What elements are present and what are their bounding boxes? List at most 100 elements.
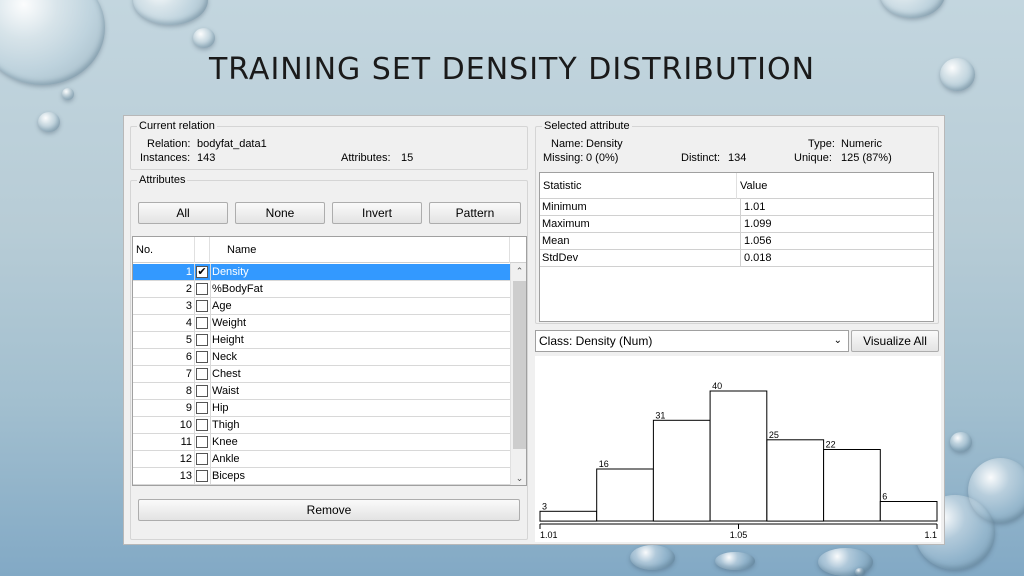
attr-unique-label: Unique:	[794, 152, 832, 164]
column-header-no[interactable]: No.	[133, 237, 195, 263]
table-row[interactable]: 14 Forearm	[133, 485, 510, 486]
stat-row[interactable]: Maximum 1.099	[540, 216, 933, 233]
histogram-bar	[709, 390, 768, 522]
row-number: 13	[133, 468, 195, 484]
row-attribute-name: Ankle	[210, 451, 240, 467]
bubble-decoration	[38, 112, 60, 132]
row-checkbox[interactable]	[196, 334, 208, 346]
attributes-table-header: No. Name	[133, 237, 526, 263]
column-header-statistic[interactable]: Statistic	[540, 173, 737, 199]
row-checkbox[interactable]	[196, 283, 208, 295]
histogram-bar	[766, 439, 825, 522]
row-number: 2	[133, 281, 195, 297]
chevron-down-icon[interactable]: ⌄	[834, 331, 842, 351]
row-attribute-name: Weight	[210, 315, 247, 331]
table-row[interactable]: 8 Waist	[133, 383, 510, 400]
bar-value-label: 22	[826, 440, 836, 450]
table-row[interactable]: 2 %BodyFat	[133, 281, 510, 298]
table-row[interactable]: 5 Height	[133, 332, 510, 349]
attr-distinct-value: 134	[728, 152, 747, 164]
stat-name: StdDev	[542, 252, 579, 264]
bar-value-label: 31	[655, 410, 665, 420]
attr-missing-value: 0 (0%)	[586, 152, 619, 164]
row-checkbox[interactable]	[196, 436, 208, 448]
table-row[interactable]: 11 Knee	[133, 434, 510, 451]
stat-row[interactable]: Minimum 1.01	[540, 199, 933, 216]
attr-distinct-label: Distinct:	[681, 152, 721, 164]
scrollbar-thumb[interactable]	[513, 281, 526, 449]
row-number: 9	[133, 400, 195, 416]
stat-row[interactable]: StdDev 0.018	[540, 250, 933, 267]
row-attribute-name: Chest	[210, 366, 241, 382]
density-histogram: 3 16 31 40 25 22 6 1.01 1.05 1.1	[539, 381, 938, 540]
table-row[interactable]: 1 ✔ Density	[133, 264, 510, 281]
bubble-decoration	[715, 552, 755, 570]
table-row[interactable]: 9 Hip	[133, 400, 510, 417]
row-checkbox[interactable]	[196, 419, 208, 431]
table-row[interactable]: 6 Neck	[133, 349, 510, 366]
row-attribute-name: Age	[210, 298, 232, 314]
all-button[interactable]: All	[138, 202, 228, 224]
pattern-button[interactable]: Pattern	[429, 202, 521, 224]
statistics-table[interactable]: Statistic Value Minimum 1.01 Maximum 1.099 M…	[539, 172, 934, 322]
row-attribute-name: Forearm	[210, 485, 254, 486]
table-row[interactable]: 7 Chest	[133, 366, 510, 383]
attributes-count-label: Attributes:	[341, 152, 391, 164]
attributes-table[interactable]: No. Name 1 ✔ Density 2 %BodyFat 3 Age 4 Weight 5 H…	[132, 236, 527, 486]
row-checkbox[interactable]	[196, 470, 208, 482]
row-attribute-name: Density	[210, 264, 249, 280]
none-button[interactable]: None	[235, 202, 325, 224]
table-row[interactable]: 13 Biceps	[133, 468, 510, 485]
attributes-scrollbar[interactable]: ⌃ ⌄	[510, 263, 526, 485]
row-checkbox[interactable]	[196, 317, 208, 329]
bar-value-label: 25	[769, 430, 779, 440]
invert-button[interactable]: Invert	[332, 202, 422, 224]
bubble-decoration	[855, 568, 865, 576]
table-row[interactable]: 12 Ankle	[133, 451, 510, 468]
scroll-up-arrow-icon[interactable]: ⌃	[511, 263, 526, 280]
visualize-all-button[interactable]: Visualize All	[851, 330, 939, 352]
row-checkbox[interactable]: ✔	[196, 266, 208, 278]
stat-row[interactable]: Mean 1.056	[540, 233, 933, 250]
stat-value: 1.099	[740, 216, 772, 233]
remove-button[interactable]: Remove	[138, 499, 520, 521]
row-checkbox[interactable]	[196, 368, 208, 380]
row-checkbox[interactable]	[196, 351, 208, 363]
histogram-bar	[823, 449, 881, 522]
stat-value: 1.01	[740, 199, 765, 216]
row-checkbox[interactable]	[196, 402, 208, 414]
x-tick-label: 1.1	[924, 530, 937, 540]
bar-value-label: 40	[712, 381, 722, 391]
bubble-decoration	[133, 0, 208, 25]
column-header-checkbox[interactable]	[195, 237, 210, 263]
row-attribute-name: Neck	[210, 349, 238, 365]
table-row[interactable]: 3 Age	[133, 298, 510, 315]
attr-missing-label: Missing:	[543, 152, 584, 164]
attr-name-value: Density	[586, 138, 623, 150]
table-row[interactable]: 4 Weight	[133, 315, 510, 332]
row-checkbox[interactable]	[196, 300, 208, 312]
histogram-panel: 3 16 31 40 25 22 6 1.01 1.05 1.1	[535, 356, 941, 542]
bubble-decoration	[880, 0, 945, 18]
instances-value: 143	[197, 152, 216, 164]
bubble-decoration	[62, 88, 74, 100]
row-number: 6	[133, 349, 195, 365]
relation-label: Relation:	[147, 138, 191, 150]
bubble-decoration	[950, 432, 972, 452]
row-attribute-name: Thigh	[210, 417, 240, 433]
class-select[interactable]: Class: Density (Num) ⌄	[535, 330, 849, 352]
table-row[interactable]: 10 Thigh	[133, 417, 510, 434]
attributes-legend: Attributes	[137, 174, 188, 186]
column-header-name[interactable]: Name	[210, 237, 510, 263]
scroll-down-arrow-icon[interactable]: ⌄	[511, 470, 526, 485]
selected-attribute-legend: Selected attribute	[542, 120, 632, 132]
column-header-value[interactable]: Value	[737, 173, 933, 199]
row-checkbox[interactable]	[196, 453, 208, 465]
row-attribute-name: Knee	[210, 434, 238, 450]
row-number: 8	[133, 383, 195, 399]
row-checkbox[interactable]	[196, 385, 208, 397]
bar-value-label: 6	[882, 492, 887, 502]
attr-type-label: Type:	[808, 138, 835, 150]
row-number: 3	[133, 298, 195, 314]
stat-name: Maximum	[542, 218, 590, 230]
